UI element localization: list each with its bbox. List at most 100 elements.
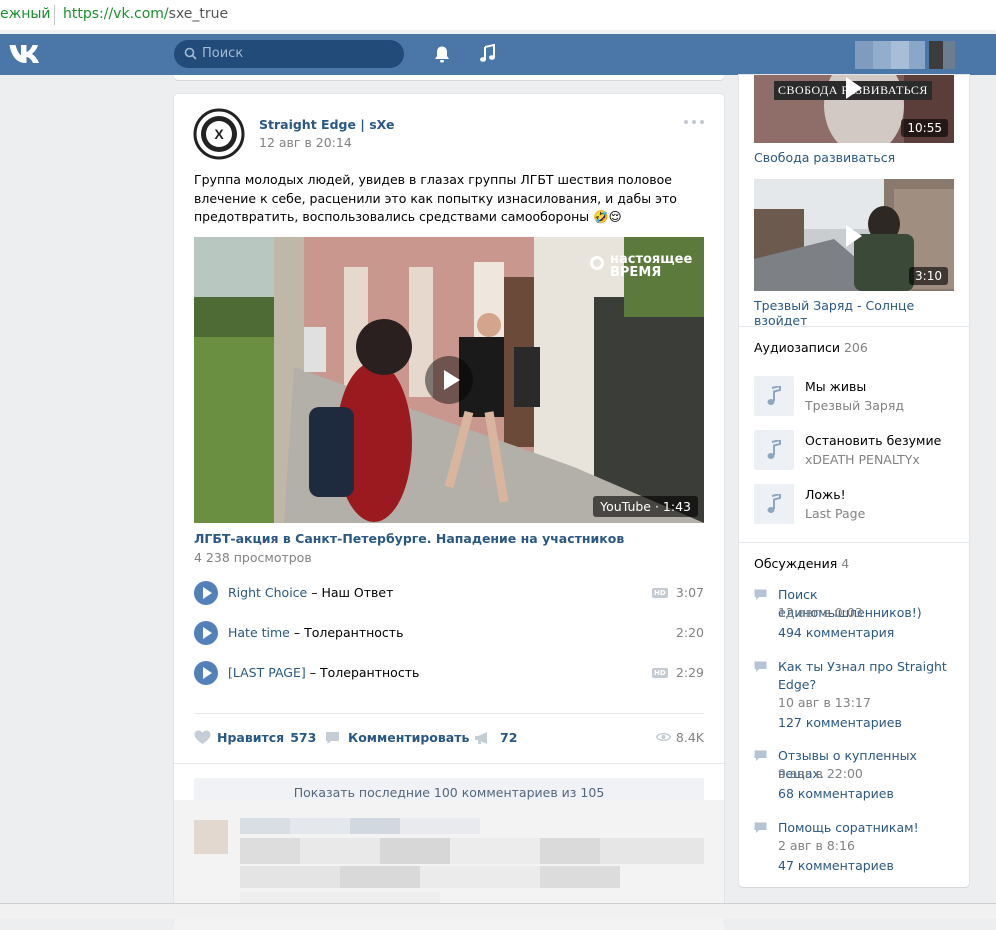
play-icon [846,77,862,99]
audio-title: Остановить безумие [805,433,942,448]
share-button[interactable]: 72 [474,730,517,745]
discussion-icon [754,822,767,833]
play-icon [444,370,460,390]
track-title[interactable]: [LAST PAGE] [228,665,306,680]
audio-artist: Last Page [805,506,866,521]
track-play-button[interactable] [194,621,218,645]
track-play-button[interactable] [194,661,218,685]
post-views: 8.4K [655,730,704,745]
like-button[interactable]: Нравится 573 [194,730,316,745]
discussion-item: Как ты Узнал про Straight Edge? 10 авг в… [754,658,954,738]
sidebar-video-title[interactable]: Трезвый Заряд - Солнце взойдет [754,298,969,328]
audio-header-label: Аудиозаписи [754,340,840,355]
views-count: 8.4K [675,730,704,745]
actions-divider [194,713,704,714]
track-artist[interactable]: Наш Ответ [321,585,393,600]
track-title[interactable]: Hate time [228,625,290,640]
watermark-line2: время [610,265,662,280]
url-field[interactable]: https://vk.com/sxe_true [63,6,228,22]
wall-post: X Straight Edge | sXe 12 авг в 20:14 Гру… [174,94,724,930]
discussion-icon [754,589,767,600]
audio-artist: Трезвый Заряд [805,398,905,413]
sidebar-video-title[interactable]: Свобода развиваться [754,150,895,165]
track-artist[interactable]: Толерантность [320,665,419,680]
discussion-title-link[interactable]: Как ты Узнал про Straight Edge? [778,658,958,694]
post-date[interactable]: 12 авг в 20:14 [259,135,352,150]
search-input[interactable]: Поиск [174,40,404,68]
browser-address-bar: ежный https://vk.com/sxe_true [0,0,996,31]
comment-button[interactable]: Комментировать [325,730,469,745]
vk-logo-icon[interactable] [9,43,43,65]
url-host: https://vk.com/ [63,6,169,22]
music-note-icon [767,440,781,459]
bell-icon[interactable] [433,45,451,64]
section-divider [739,326,969,327]
comment-label: Комментировать [348,730,470,745]
audio-artist: xDEATH PENALTYx [805,452,920,467]
sidebar-audio-item[interactable]: Мы живы Трезвый Заряд [754,376,954,416]
music-note-icon [767,386,781,405]
channel-watermark: настоящее время [590,253,692,279]
discussion-date: 2 авг в 8:16 [778,838,855,853]
megaphone-icon [475,732,487,744]
video-duration: 10:55 [901,119,948,137]
sidebar-audio-item[interactable]: Остановить безумие xDEATH PENALTYx [754,430,954,470]
discussion-comments-link[interactable]: 494 комментария [778,625,894,640]
audio-section-header[interactable]: Аудиозаписи 206 [754,340,868,355]
discussion-item: Помощь соратникам! 2 авг в 8:16 47 комме… [754,819,954,879]
track-duration: 3:07 [675,585,704,600]
video-duration: 3:10 [909,267,948,285]
post-actions: Нравится 573 Комментировать 72 8.4K [194,727,704,749]
svg-text:X: X [214,126,224,142]
track-artist[interactable]: Толерантность [304,625,403,640]
eye-icon [655,732,672,742]
sidebar-audio-item[interactable]: Ложь! Last Page [754,484,954,524]
url-path: sxe_true [168,6,229,22]
video-player[interactable]: настоящее время YouTube · 1:43 [194,237,704,523]
discussion-item: Поиск единомышленников!) 12 авг в 0:03 4… [754,586,954,646]
discussion-title-link[interactable]: Помощь соратникам! [778,819,958,837]
track-duration: 2:29 [675,665,704,680]
user-menu-blurred[interactable] [855,41,955,69]
play-icon [846,225,862,247]
discussion-item: Отзывы о купленных вещах. 9 авг в 22:00 … [754,747,954,807]
track-play-button[interactable] [194,581,218,605]
comment-icon [326,732,339,744]
like-count: 573 [290,730,317,745]
track-title[interactable]: Right Choice [228,585,307,600]
more-options-icon[interactable] [684,118,706,126]
sidebar-video-thumb[interactable]: 3:10 [754,179,954,291]
hd-badge: HD [652,588,668,598]
discussions-section-header[interactable]: Обсуждения 4 [754,556,849,571]
heart-icon [194,730,211,744]
audio-count: 206 [843,340,868,355]
like-label: Нравится [217,730,285,745]
discussion-comments-link[interactable]: 68 комментариев [778,786,894,801]
video-play-button[interactable] [425,356,473,404]
music-note-icon [767,494,781,513]
watermark-logo-icon [590,256,604,270]
group-name-link[interactable]: Straight Edge | sXe [259,117,394,132]
audio-title: Мы живы [805,379,867,394]
music-icon[interactable] [479,44,496,63]
group-avatar[interactable]: X [193,108,245,160]
discussion-date: 12 авг в 0:03 [778,605,863,620]
video-views: 4 238 просмотров [194,550,312,565]
audio-track[interactable]: Hate time – Толерантность 2:20 [194,620,704,646]
audio-cover [754,484,794,524]
discussion-icon [754,661,767,672]
play-icon [203,667,212,679]
sidebar-video-thumb[interactable]: СВОБОДА РАЗВИВАТЬСЯ 10:55 [754,75,954,143]
discussion-comments-link[interactable]: 47 комментариев [778,858,894,873]
audio-track[interactable]: Right Choice – Наш Ответ HD 3:07 [194,580,704,606]
video-title-link[interactable]: ЛГБТ-акция в Санкт-Петербурге. Нападение… [194,531,624,546]
discussion-comments-link[interactable]: 127 комментариев [778,715,902,730]
discussion-date: 9 авг в 22:00 [778,766,863,781]
play-icon [203,627,212,639]
share-count: 72 [500,730,518,745]
right-sidebar: СВОБОДА РАЗВИВАТЬСЯ 10:55 Свобода развив… [739,75,969,887]
post-text: Группа молодых людей, увидев в глазах гр… [194,172,677,224]
section-divider [739,542,969,543]
previous-post-edge [174,75,724,80]
audio-track[interactable]: [LAST PAGE] – Толерантность HD 2:29 [194,660,704,686]
